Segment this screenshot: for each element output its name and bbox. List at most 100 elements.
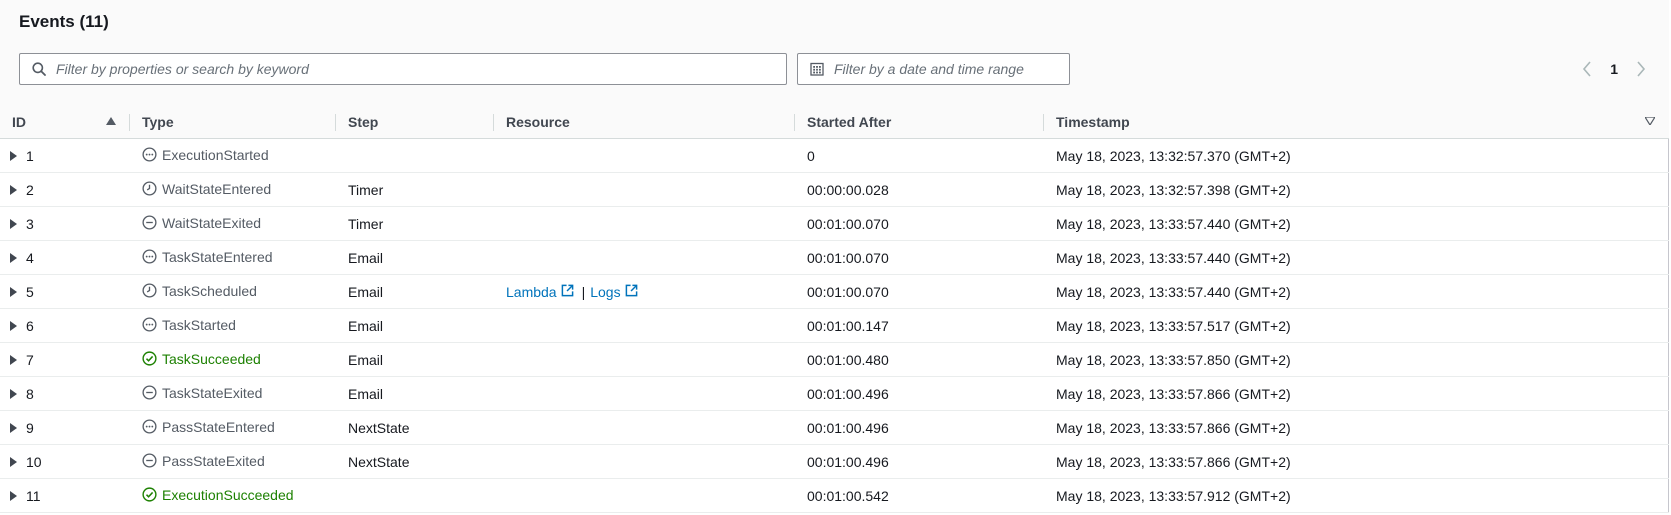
cell-id: 5 [0, 274, 130, 309]
table-row[interactable]: 5 TaskScheduled Email Lambda | Logs 00:01:00.0… [0, 274, 1669, 309]
cell-timestamp: May 18, 2023, 13:32:57.370 (GMT+2) [1044, 138, 1669, 173]
cell-resource [494, 172, 795, 207]
column-header-started-after[interactable]: Started After [795, 106, 1044, 139]
event-type-label: TaskStarted [162, 316, 236, 333]
table-row[interactable]: 2 WaitStateEntered Timer 00:00:00.028 May 18… [0, 172, 1669, 207]
keyword-filter[interactable] [19, 53, 787, 85]
cell-resource [494, 444, 795, 479]
expand-row-caret-icon[interactable] [10, 184, 17, 195]
column-header-id[interactable]: ID [0, 106, 130, 139]
table-row[interactable]: 1 ExecutionStarted 0 May 18, 2023, 13:32:57… [0, 138, 1669, 173]
dots-circle-icon [142, 146, 158, 163]
check-circle-icon [142, 350, 158, 367]
minus-circle-icon [142, 384, 158, 401]
cell-resource [494, 342, 795, 377]
check-circle-icon [142, 486, 158, 503]
events-table: ID Type Step Resource Started After Time… [0, 106, 1669, 513]
previous-page-button[interactable] [1578, 58, 1596, 80]
table-row[interactable]: 9 PassStateEntered NextState 00:01:00.496 Ma… [0, 410, 1669, 445]
search-icon [31, 61, 47, 77]
cell-step: NextState [336, 410, 494, 445]
event-type: TaskSucceeded [142, 351, 261, 367]
table-row[interactable]: 11 ExecutionSucceeded 00:01:00.542 May 18, … [0, 478, 1669, 513]
keyword-filter-input[interactable] [56, 61, 786, 77]
table-row[interactable]: 4 TaskStateEntered Email 00:01:00.070 May 18… [0, 240, 1669, 275]
expand-row-caret-icon[interactable] [10, 354, 17, 365]
dots-circle-icon [142, 418, 158, 435]
cell-step [336, 138, 494, 173]
cell-resource [494, 138, 795, 173]
table-row[interactable]: 6 TaskStarted Email 00:01:00.147 May 18, 202… [0, 308, 1669, 343]
cell-id: 3 [0, 206, 130, 241]
event-type-label: WaitStateExited [162, 214, 262, 231]
cell-timestamp: May 18, 2023, 13:33:57.866 (GMT+2) [1044, 410, 1669, 445]
expand-row-caret-icon[interactable] [10, 320, 17, 331]
event-type-label: PassStateEntered [162, 418, 275, 435]
expand-row-caret-icon[interactable] [10, 218, 17, 229]
event-type: ExecutionSucceeded [142, 487, 294, 503]
table-row[interactable]: 7 TaskSucceeded Email 00:01:00.480 May 18, 2… [0, 342, 1669, 377]
expand-row-caret-icon[interactable] [10, 252, 17, 263]
event-type: WaitStateEntered [142, 181, 271, 197]
date-range-filter-input[interactable] [834, 61, 1069, 77]
cell-id: 10 [0, 444, 130, 479]
event-id: 11 [26, 487, 41, 504]
date-range-filter[interactable] [797, 53, 1070, 85]
cell-type: TaskSucceeded [130, 342, 336, 377]
dots-circle-icon [142, 316, 158, 333]
table-row[interactable]: 8 TaskStateExited Email 00:01:00.496 May 18,… [0, 376, 1669, 411]
cell-timestamp: May 18, 2023, 13:33:57.912 (GMT+2) [1044, 478, 1669, 513]
sort-ascending-icon[interactable] [106, 117, 116, 125]
lambda-link[interactable]: Lambda [506, 284, 577, 300]
cell-type: TaskStateExited [130, 376, 336, 411]
cell-timestamp: May 18, 2023, 13:33:57.866 (GMT+2) [1044, 444, 1669, 479]
cell-id: 4 [0, 240, 130, 275]
event-type: ExecutionStarted [142, 147, 269, 163]
expand-row-caret-icon[interactable] [10, 150, 17, 161]
cell-started-after: 00:01:00.496 [795, 410, 1044, 445]
expand-row-caret-icon[interactable] [10, 456, 17, 467]
cell-timestamp: May 18, 2023, 13:33:57.850 (GMT+2) [1044, 342, 1669, 377]
cell-timestamp: May 18, 2023, 13:32:57.398 (GMT+2) [1044, 172, 1669, 207]
table-row[interactable]: 3 WaitStateExited Timer 00:01:00.070 May 18,… [0, 206, 1669, 241]
cell-type: WaitStateEntered [130, 172, 336, 207]
expand-row-caret-icon[interactable] [10, 422, 17, 433]
events-table-body: 1 ExecutionStarted 0 May 18, 2023, 13:32:57… [0, 138, 1669, 513]
column-header-timestamp[interactable]: Timestamp [1044, 106, 1669, 139]
event-type-label: ExecutionStarted [162, 146, 269, 163]
cell-step: Email [336, 376, 494, 411]
event-id: 3 [26, 215, 34, 232]
cell-started-after: 00:01:00.542 [795, 478, 1044, 513]
event-type: TaskScheduled [142, 283, 257, 299]
expand-row-caret-icon[interactable] [10, 388, 17, 399]
column-header-type[interactable]: Type [130, 106, 336, 139]
expand-row-caret-icon[interactable] [10, 490, 17, 501]
calendar-icon [809, 61, 825, 77]
external-link-icon [625, 284, 641, 300]
event-type-label: PassStateExited [162, 452, 265, 469]
column-header-resource[interactable]: Resource [494, 106, 795, 139]
expand-row-caret-icon[interactable] [10, 286, 17, 297]
cell-resource [494, 206, 795, 241]
cell-started-after: 00:01:00.480 [795, 342, 1044, 377]
event-type: TaskStateExited [142, 385, 262, 401]
clock-icon [142, 180, 158, 197]
event-type: WaitStateExited [142, 215, 261, 231]
table-row[interactable]: 10 PassStateExited NextState 00:01:00.496 Ma… [0, 444, 1669, 479]
event-id: 4 [26, 249, 34, 266]
cell-type: TaskScheduled [130, 274, 336, 309]
cell-timestamp: May 18, 2023, 13:33:57.440 (GMT+2) [1044, 274, 1669, 309]
cell-timestamp: May 18, 2023, 13:33:57.440 (GMT+2) [1044, 206, 1669, 241]
next-page-button[interactable] [1632, 58, 1650, 80]
logs-link[interactable]: Logs [590, 284, 640, 300]
column-header-step[interactable]: Step [336, 106, 494, 139]
sort-descending-icon[interactable] [1645, 117, 1655, 125]
event-type-label: WaitStateEntered [162, 180, 272, 197]
cell-step: Email [336, 342, 494, 377]
event-type: PassStateEntered [142, 419, 275, 435]
current-page-number[interactable]: 1 [1610, 61, 1618, 77]
cell-resource: Lambda | Logs [494, 274, 795, 309]
event-id: 6 [26, 317, 34, 334]
cell-type: ExecutionSucceeded [130, 478, 336, 513]
cell-started-after: 00:00:00.028 [795, 172, 1044, 207]
